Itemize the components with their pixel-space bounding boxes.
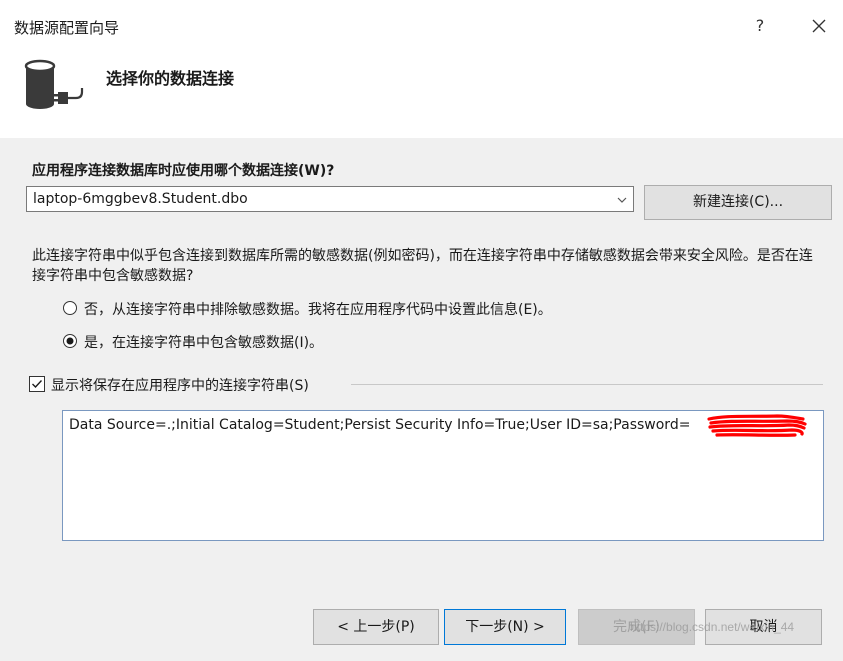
connection-selected-value: laptop-6mggbev8.Student.dbo: [33, 191, 248, 207]
help-button[interactable]: ?: [748, 14, 772, 38]
sensitive-data-description: 此连接字符串中似乎包含连接到数据库所需的敏感数据(例如密码)，而在连接字符串中存…: [32, 248, 813, 284]
close-icon: [812, 19, 826, 33]
previous-button[interactable]: < 上一步(P): [313, 609, 439, 645]
show-connection-string-row: 显示将保存在应用程序中的连接字符串(S): [29, 374, 829, 396]
radio-exclude-label: 否，从连接字符串中排除敏感数据。我将在应用程序代码中设置此信息(E)。: [84, 302, 552, 318]
show-connection-string-checkbox[interactable]: [29, 376, 45, 392]
database-plug-icon: [20, 58, 86, 114]
show-connection-string-label: 显示将保存在应用程序中的连接字符串(S): [51, 378, 309, 394]
radio-selected-icon: [62, 333, 78, 349]
connection-label: 应用程序连接数据库时应使用哪个数据连接(W)?: [32, 163, 335, 179]
checkmark-icon: [29, 376, 45, 392]
connection-dropdown[interactable]: laptop-6mggbev8.Student.dbo: [26, 186, 634, 212]
watermark-text: https://blog.csdn.net/weixin_44: [630, 620, 795, 634]
title-bar: 数据源配置向导 ?: [0, 0, 843, 48]
window-title: 数据源配置向导: [14, 19, 120, 37]
connection-string-textbox[interactable]: Data Source=.;Initial Catalog=Student;Pe…: [62, 410, 824, 541]
new-connection-button[interactable]: 新建连接(C)...: [644, 185, 832, 220]
radio-include-label: 是，在连接字符串中包含敏感数据(I)。: [84, 335, 324, 351]
data-source-config-dialog: 数据源配置向导 ? 选择你的数据连接 应用程序连接数据库时应使用哪个数据连接(W…: [0, 0, 843, 661]
page-title: 选择你的数据连接: [106, 69, 235, 88]
close-button[interactable]: [805, 12, 833, 40]
radio-unselected-icon: [62, 300, 78, 316]
section-divider: [351, 384, 823, 385]
connection-string-value: Data Source=.;Initial Catalog=Student;Pe…: [69, 417, 691, 433]
redaction-scribble: [707, 413, 807, 439]
wizard-header: 选择你的数据连接: [0, 48, 843, 138]
next-button[interactable]: 下一步(N) >: [444, 609, 566, 645]
chevron-down-icon: [615, 192, 629, 206]
